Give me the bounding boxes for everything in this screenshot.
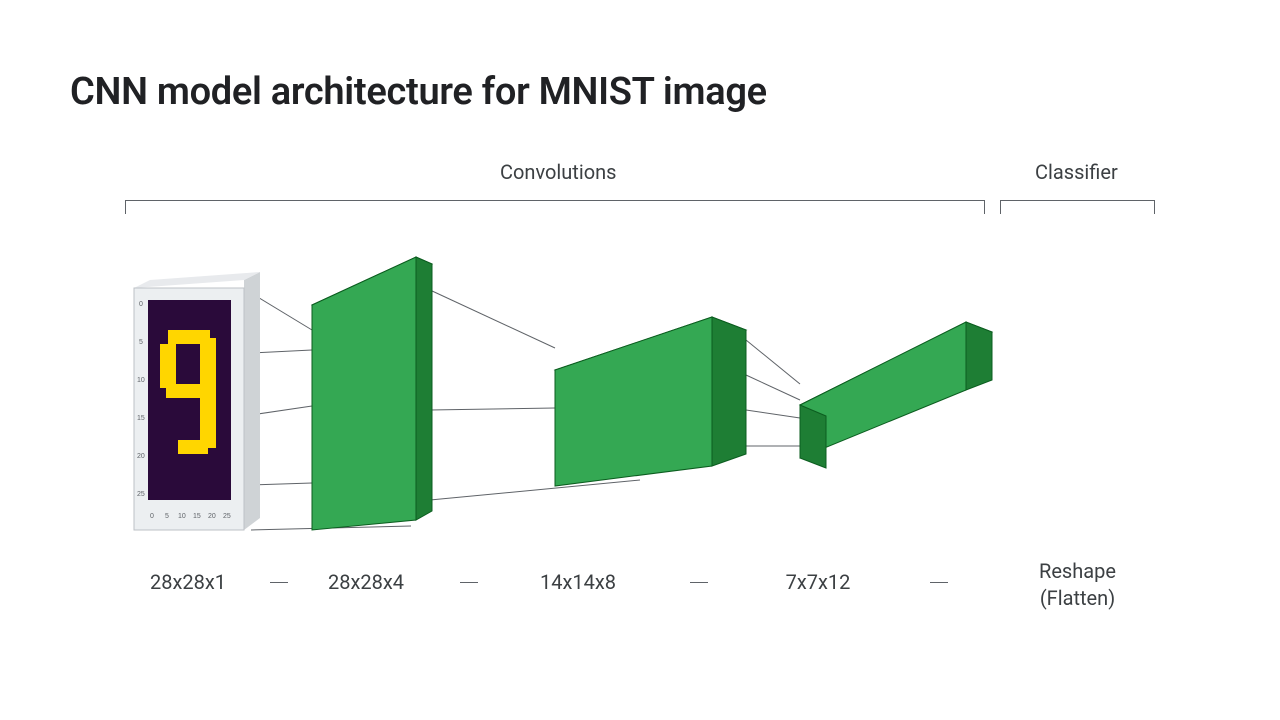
dash-2 [460,582,478,583]
svg-text:10: 10 [178,513,186,520]
svg-text:0: 0 [139,301,143,308]
flatten-line1: Reshape [1039,559,1116,583]
dim-label-conv2: 14x14x8 [528,570,628,594]
flatten-line2: (Flatten) [1040,586,1115,610]
conv-block-3 [800,322,992,468]
dim-label-flatten: Reshape (Flatten) [1000,558,1155,612]
dim-label-input: 28x28x1 [138,570,238,594]
input-image-block: 0 5 10 15 20 25 0 5 10 15 20 25 [134,272,260,530]
svg-text:25: 25 [223,513,231,520]
svg-text:10: 10 [137,377,145,384]
conv-block-2 [555,317,746,498]
dash-1 [270,582,288,583]
conv-block-1 [312,257,432,538]
diagram-stage: CNN model architecture for MNIST image C… [0,0,1280,720]
dash-4 [930,582,948,583]
svg-text:20: 20 [137,453,145,460]
dash-3 [690,582,708,583]
svg-text:5: 5 [139,339,143,346]
svg-text:20: 20 [208,513,216,520]
svg-text:5: 5 [165,513,169,520]
svg-text:25: 25 [137,491,145,498]
architecture-svg: 0 5 10 15 20 25 0 5 10 15 20 25 [0,0,1280,720]
svg-text:15: 15 [137,415,145,422]
dim-label-conv3: 7x7x12 [768,570,868,594]
svg-text:15: 15 [193,513,201,520]
svg-text:0: 0 [150,513,154,520]
dim-label-conv1: 28x28x4 [316,570,416,594]
